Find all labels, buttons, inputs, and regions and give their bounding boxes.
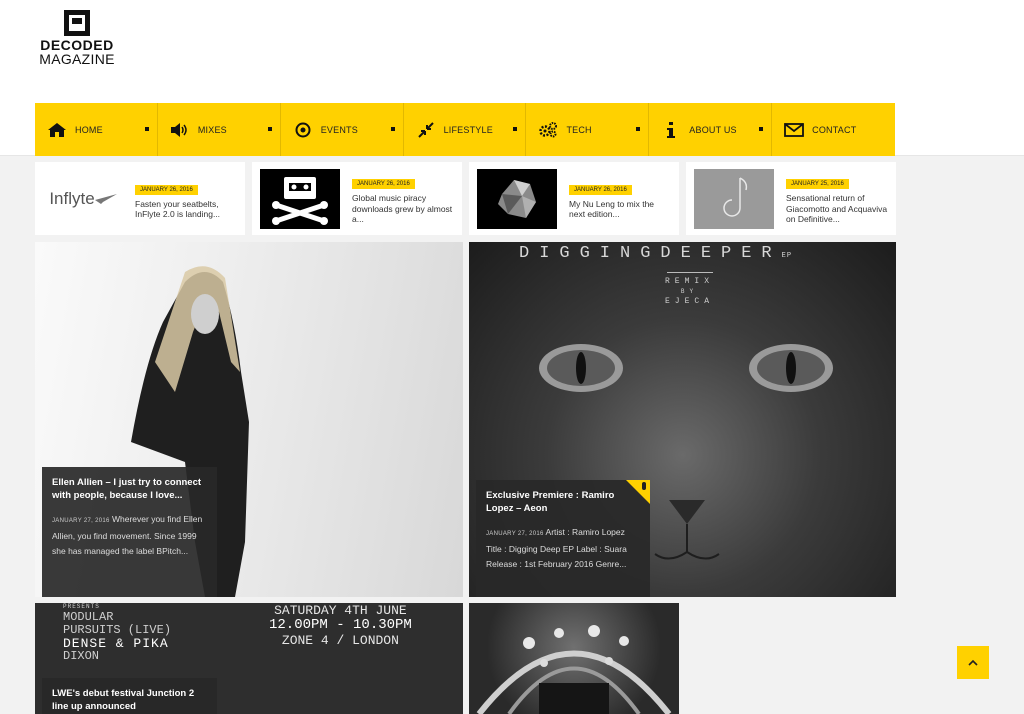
- feature-tile-ramiro-lopez[interactable]: DIGGINGDEEPEREP REMIX BY EJECA Exclusive…: [469, 242, 896, 597]
- feature-date: JANUARY 27, 2016: [52, 518, 110, 524]
- feature-tile-venue[interactable]: [469, 603, 679, 714]
- nav-dot: [267, 127, 272, 131]
- feature-date: JANUARY 27, 2016: [486, 531, 544, 537]
- ticker-item[interactable]: JANUARY 26, 2016 My Nu Leng to mix the n…: [469, 162, 679, 235]
- art-subheading: REMIX BY EJECA: [665, 272, 714, 307]
- feature-title[interactable]: Ellen Allien – I just try to connect wit…: [52, 477, 207, 502]
- target-icon: [293, 120, 313, 140]
- feature-tile-lwe-junction[interactable]: PRESENTS MODULAR PURSUITS (LIVE) DENSE &…: [35, 603, 463, 714]
- nav-dot: [636, 127, 641, 131]
- ticker-item[interactable]: JANUARY 25, 2016 Sensational return of G…: [686, 162, 896, 235]
- microphone-icon: [642, 482, 646, 490]
- poster-date-info: SATURDAY 4TH JUNE 12.00PM - 10.30PM ZONE…: [269, 603, 412, 648]
- nav-label-mixes: MIXES: [197, 124, 227, 135]
- ticker-title[interactable]: Global music piracy downloads grew by al…: [352, 193, 454, 225]
- news-ticker: Inflyte JANUARY 26, 2016 Fasten your sea…: [35, 162, 896, 235]
- speaker-icon: [170, 120, 190, 140]
- ticker-title[interactable]: Sensational return of Giacomotto and Acq…: [786, 193, 888, 225]
- plane-icon: [94, 193, 117, 204]
- nav-label-home: HOME: [75, 124, 103, 135]
- ticker-item[interactable]: JANUARY 26, 2016 Global music piracy dow…: [252, 162, 462, 235]
- gears-icon: [538, 120, 558, 140]
- inflyte-logo-text: Inflyte: [49, 188, 95, 208]
- venue-photo: [476, 625, 672, 714]
- feature-card[interactable]: Exclusive Premiere : Ramiro Lopez – Aeon…: [476, 480, 650, 597]
- info-icon: [661, 120, 681, 140]
- nav-label-events: EVENTS: [320, 124, 358, 135]
- nav-dot: [513, 127, 518, 131]
- nav-dot: [759, 127, 764, 131]
- logo-text-magazine: MAGAZINE: [39, 51, 115, 67]
- corner-flag: [626, 480, 650, 504]
- back-to-top-button[interactable]: [957, 646, 989, 679]
- site-logo[interactable]: DECODED MAGAZINE: [34, 10, 120, 66]
- crystal-image: [498, 179, 536, 218]
- feature-title[interactable]: LWE's debut festival Junction 2 line up …: [52, 688, 207, 713]
- nav-label-tech: TECH: [566, 124, 592, 135]
- nav-item-lifestyle[interactable]: LIFESTYLE: [404, 103, 527, 156]
- logo-text-decoded: DECODED: [40, 37, 114, 53]
- date-badge: JANUARY 26, 2016: [569, 184, 632, 195]
- inflyte-logo: Inflyte: [43, 168, 123, 229]
- ticker-title[interactable]: Fasten your seatbelts, InFlyte 2.0 is la…: [135, 199, 237, 220]
- date-badge: JANUARY 25, 2016: [786, 179, 849, 190]
- main-nav: HOME MIXES EVENTS LIFESTYLE TECH ABOUT U: [35, 103, 895, 156]
- nav-item-about-us[interactable]: ABOUT US: [649, 103, 773, 156]
- piracy-thumbnail: [260, 168, 340, 229]
- nav-label-about-us: ABOUT US: [689, 124, 737, 135]
- nav-item-events[interactable]: EVENTS: [281, 103, 404, 156]
- nav-dot: [390, 127, 395, 131]
- date-badge: JANUARY 26, 2016: [352, 179, 415, 190]
- nav-dot: [144, 127, 149, 131]
- ticker-item[interactable]: Inflyte JANUARY 26, 2016 Fasten your sea…: [35, 162, 245, 235]
- feature-card[interactable]: LWE's debut festival Junction 2 line up …: [42, 678, 217, 714]
- feature-tile-ellen-allien[interactable]: Ellen Allien – I just try to connect wit…: [35, 242, 463, 597]
- poster-lineup: PRESENTS MODULAR PURSUITS (LIVE) DENSE &…: [63, 603, 172, 663]
- giacomotto-thumbnail: [694, 168, 774, 229]
- nav-label-lifestyle: LIFESTYLE: [443, 124, 493, 135]
- nav-item-mixes[interactable]: MIXES: [158, 103, 281, 156]
- envelope-icon: [784, 120, 805, 140]
- art-heading: DIGGINGDEEPEREP: [519, 244, 793, 263]
- cassette-crossbones-icon: [272, 176, 328, 225]
- logo-mark-icon: [64, 10, 90, 36]
- nav-item-contact[interactable]: CONTACT: [772, 103, 895, 156]
- note-swirl-image: [723, 176, 748, 217]
- feature-card[interactable]: Ellen Allien – I just try to connect wit…: [42, 467, 217, 597]
- nav-item-tech[interactable]: TECH: [526, 103, 650, 156]
- date-badge: JANUARY 26, 2016: [135, 184, 198, 195]
- nu-leng-thumbnail: [477, 168, 557, 229]
- arrows-collapse-icon: [416, 120, 436, 140]
- nav-item-home[interactable]: HOME: [35, 103, 158, 156]
- ticker-title[interactable]: My Nu Leng to mix the next edition...: [569, 199, 671, 220]
- home-icon: [47, 120, 67, 140]
- feature-title[interactable]: Exclusive Premiere : Ramiro Lopez – Aeon: [486, 490, 640, 515]
- nav-label-contact: CONTACT: [812, 124, 857, 135]
- chevron-up-icon: [968, 659, 978, 666]
